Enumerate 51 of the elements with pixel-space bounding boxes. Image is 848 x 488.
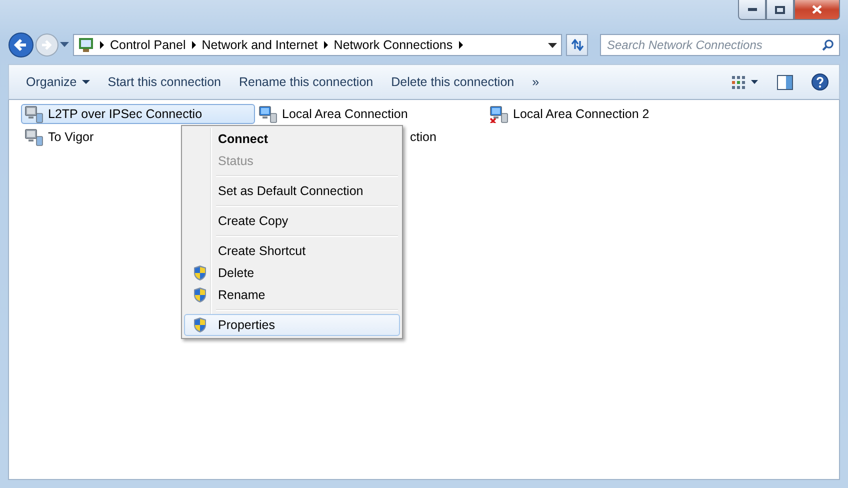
toolbar-button[interactable]: Start this connection (98, 71, 230, 93)
minimize-icon (748, 8, 756, 11)
network-computer-icon (25, 106, 43, 122)
connection-name: Local Area Connection 2 (513, 107, 650, 121)
toolbar-button[interactable]: Delete this connection (382, 71, 524, 93)
refresh-icon (570, 39, 584, 51)
menu-item[interactable]: Properties (184, 314, 400, 336)
search-field[interactable]: Search Network Connections (600, 34, 840, 56)
preview-pane-icon[interactable] (777, 74, 793, 90)
organize-menu[interactable]: Organize (17, 71, 99, 93)
close-button[interactable] (794, 0, 840, 20)
history-dropdown-icon[interactable] (60, 42, 69, 48)
menu-item[interactable]: Set as Default Connection (184, 180, 400, 202)
toolbar-button[interactable]: Rename this connection (230, 71, 382, 93)
menu-item[interactable]: Rename (184, 284, 400, 306)
address-bar[interactable]: Control Panel Network and Internet Network Connections (73, 34, 562, 56)
connection-name: To Vigor (48, 130, 94, 144)
refresh-button[interactable] (566, 34, 588, 56)
connection-name: L2TP over IPSec Connectio (48, 107, 202, 121)
breadcrumb[interactable]: Control Panel (110, 38, 186, 52)
maximize-button[interactable] (766, 0, 794, 20)
network-computer-icon (259, 106, 277, 122)
connection-name: Local Area Connection (282, 107, 408, 121)
breadcrumb[interactable]: Network Connections (334, 38, 453, 52)
menu-item[interactable]: Delete (184, 262, 400, 284)
breadcrumb-arrow-icon[interactable] (192, 41, 196, 49)
shield-icon (193, 265, 207, 281)
close-icon (812, 5, 822, 14)
menu-item[interactable]: Create Shortcut (184, 240, 400, 262)
view-options-icon[interactable] (731, 75, 759, 89)
connection-item[interactable]: Local Area Connection 2 (486, 104, 716, 124)
breadcrumb[interactable]: Network and Internet (202, 38, 318, 52)
connection-item[interactable]: L2TP over IPSec Connectio (21, 104, 255, 124)
search-icon[interactable] (822, 39, 834, 51)
menu-item[interactable]: Connect (184, 128, 400, 150)
breadcrumb-arrow-icon[interactable] (100, 41, 104, 49)
shield-icon (193, 287, 207, 303)
network-computer-icon (25, 128, 43, 146)
connection-item[interactable]: Local Area Connection (255, 104, 486, 124)
back-icon[interactable] (8, 32, 34, 58)
dropdown-icon[interactable] (548, 42, 557, 48)
minimize-button[interactable] (738, 0, 766, 20)
menu-item[interactable]: Create Copy (184, 210, 400, 232)
breadcrumb-arrow-icon[interactable] (458, 41, 463, 49)
disconnected-network-icon (490, 106, 508, 122)
toolbar-button[interactable]: » (523, 71, 548, 93)
help-icon[interactable] (811, 73, 829, 91)
breadcrumb-arrow-icon[interactable] (324, 41, 328, 49)
control-panel-icon (78, 37, 94, 53)
shield-icon (193, 317, 207, 333)
maximize-icon (775, 6, 785, 14)
